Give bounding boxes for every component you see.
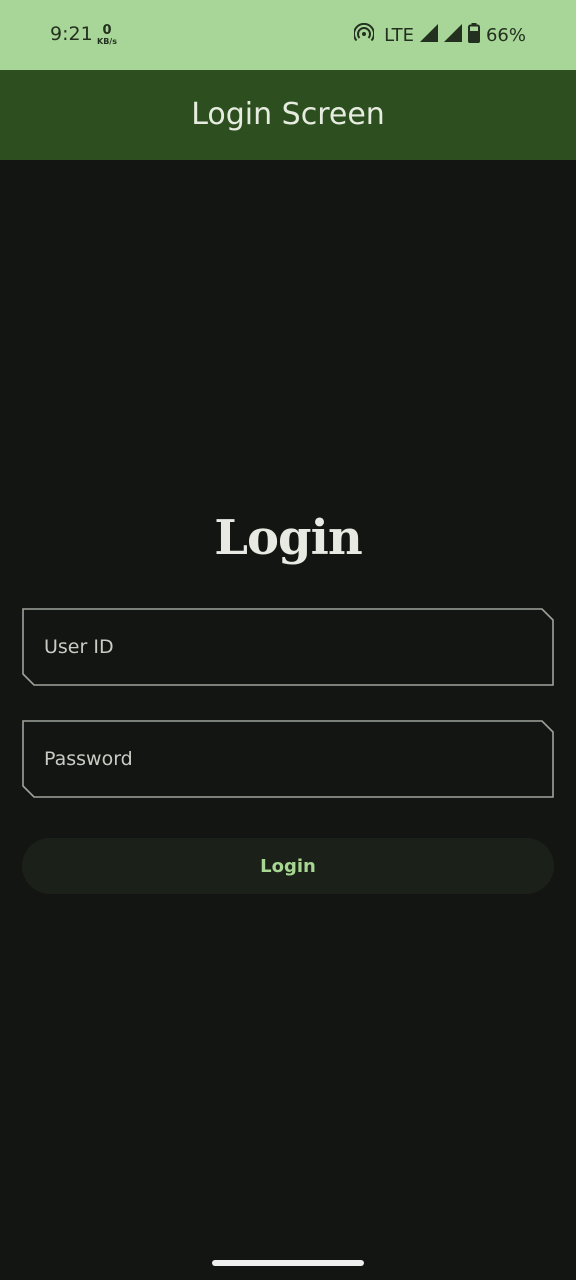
signal-icon: [443, 23, 462, 47]
status-bar: 9:21 0 KB/s LTE 66%: [0, 0, 576, 70]
battery-percent: 66%: [485, 24, 526, 46]
gesture-nav-handle[interactable]: [212, 1260, 364, 1266]
signal-icon: [419, 23, 438, 47]
password-field[interactable]: [22, 720, 554, 798]
status-time: 9:21: [50, 23, 93, 45]
network-type: LTE: [384, 24, 414, 46]
password-input[interactable]: [44, 720, 524, 798]
network-speed: 0 KB/s: [95, 24, 119, 46]
status-icons: LTE 66%: [353, 22, 526, 48]
user-id-field[interactable]: [22, 608, 554, 686]
network-speed-value: 0: [102, 23, 112, 38]
battery-icon: [467, 22, 480, 48]
login-heading: Login: [214, 510, 362, 566]
login-button[interactable]: Login: [22, 838, 554, 894]
app-bar: Login Screen: [0, 70, 576, 160]
page-title: Login Screen: [191, 97, 385, 132]
hotspot-icon: [353, 22, 376, 48]
network-speed-unit: KB/s: [97, 37, 117, 46]
user-id-input[interactable]: [44, 608, 524, 686]
